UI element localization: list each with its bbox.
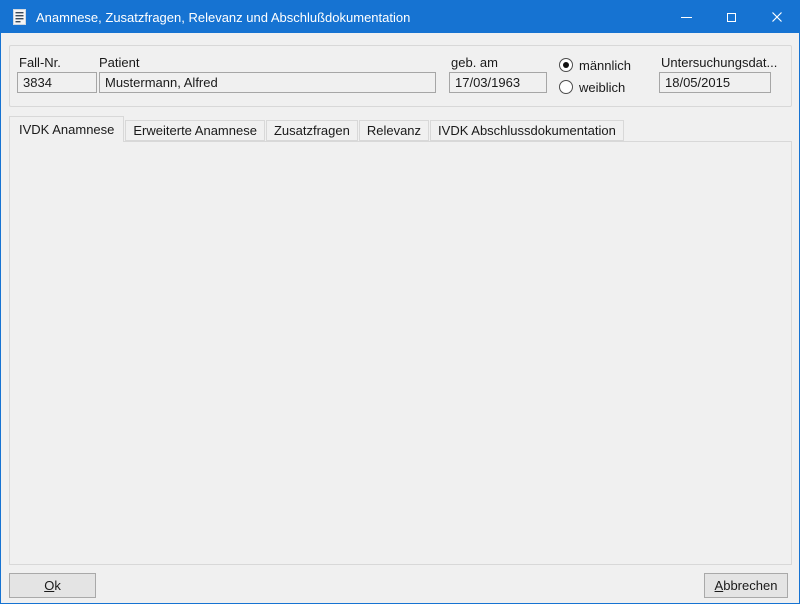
radio-weiblich[interactable] — [559, 80, 573, 94]
geb-am-field[interactable]: 17/03/1963 — [449, 72, 547, 93]
window-title: Anamnese, Zusatzfragen, Relevanz und Abs… — [36, 10, 410, 25]
tab-erweiterte-anamnese[interactable]: Erweiterte Anamnese — [125, 120, 265, 141]
fall-nr-label: Fall-Nr. — [19, 55, 61, 71]
minimize-icon — [681, 17, 692, 18]
radio-maennlich-label[interactable]: männlich — [579, 58, 631, 74]
patient-label: Patient — [99, 55, 139, 71]
dialog-window: Anamnese, Zusatzfragen, Relevanz und Abs… — [0, 0, 800, 604]
untersuchungsdatum-field[interactable]: 18/05/2015 — [659, 72, 771, 93]
tab-zusatzfragen[interactable]: Zusatzfragen — [266, 120, 358, 141]
window-controls — [664, 1, 799, 33]
minimize-button[interactable] — [664, 1, 709, 33]
radio-maennlich[interactable] — [559, 58, 573, 72]
patient-field[interactable]: Mustermann, Alfred — [99, 72, 436, 93]
close-button[interactable] — [754, 1, 799, 33]
title-bar: Anamnese, Zusatzfragen, Relevanz und Abs… — [1, 1, 799, 33]
tab-strip: IVDK Anamnese Erweiterte Anamnese Zusatz… — [9, 117, 625, 142]
untersuchungsdatum-label: Untersuchungsdat... — [661, 55, 777, 71]
radio-weiblich-label[interactable]: weiblich — [579, 80, 625, 96]
fall-nr-field[interactable]: 3834 — [17, 72, 97, 93]
ok-button[interactable]: Ok — [9, 573, 96, 598]
tab-ivdk-abschlussdokumentation[interactable]: IVDK Abschlussdokumentation — [430, 120, 624, 141]
geb-am-label: geb. am — [451, 55, 498, 71]
maximize-icon — [727, 13, 736, 22]
tab-relevanz[interactable]: Relevanz — [359, 120, 429, 141]
tab-ivdk-anamnese[interactable]: IVDK Anamnese — [9, 116, 124, 142]
maximize-button[interactable] — [709, 1, 754, 33]
document-icon — [13, 9, 26, 25]
close-icon — [772, 12, 782, 22]
abbrechen-button[interactable]: Abbrechen — [704, 573, 788, 598]
tab-content-panel — [9, 141, 792, 565]
